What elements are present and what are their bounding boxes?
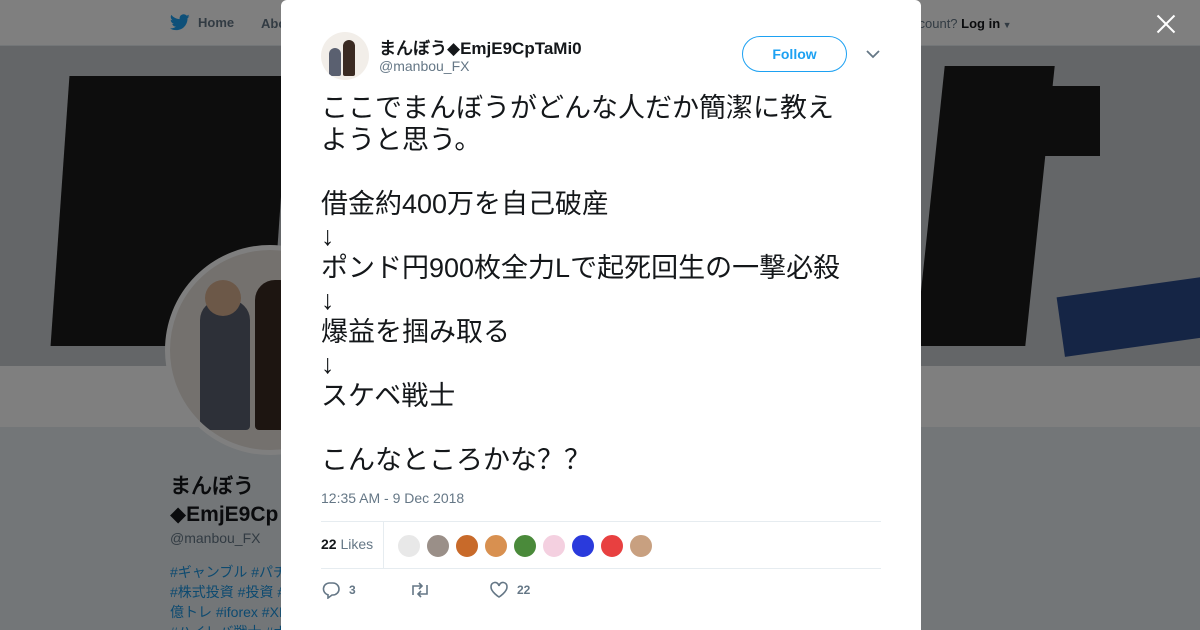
liker-avatar[interactable] bbox=[484, 534, 508, 558]
tweet-text-line: ここでまんぼうがどんな人だか簡潔に教え bbox=[321, 93, 834, 123]
retweet-icon bbox=[412, 582, 428, 598]
tweet-text-line: ポンド円900枚全力Lで起死回生の一撃必殺 bbox=[321, 253, 841, 283]
tweet-text-line: ようと思う。 bbox=[321, 125, 482, 155]
tweet-text-line: 借金約400万を自己破産 bbox=[321, 189, 610, 219]
liker-avatar[interactable] bbox=[542, 534, 566, 558]
tweet-text-line: スケベ戦士 bbox=[321, 381, 456, 411]
tweet-text-line bbox=[321, 412, 881, 444]
likes-count: 22 bbox=[321, 536, 337, 552]
tweet-modal: まんぼう◆EmjE9CpTaMi0 @manbou_FX Follow ここでま… bbox=[281, 0, 921, 630]
stats-divider bbox=[383, 522, 384, 569]
liker-avatar[interactable] bbox=[629, 534, 653, 558]
liker-avatar[interactable] bbox=[600, 534, 624, 558]
close-icon[interactable] bbox=[1154, 12, 1178, 36]
reply-button[interactable]: 3 bbox=[321, 581, 409, 599]
tweet-text: ここでまんぼうがどんな人だか簡潔に教え ようと思う。 借金約400万を自己破産 … bbox=[321, 92, 881, 476]
tweet-text-line: ↓ bbox=[321, 349, 335, 379]
liker-avatar[interactable] bbox=[426, 534, 450, 558]
tweet-actions: 3 22 bbox=[321, 578, 569, 602]
tweet-text-line: 爆益を掴み取る bbox=[321, 317, 510, 347]
chevron-down-icon[interactable] bbox=[865, 48, 881, 60]
reply-icon bbox=[322, 582, 340, 599]
heart-icon bbox=[490, 581, 508, 598]
like-count: 22 bbox=[517, 583, 531, 597]
likes-label: Likes bbox=[340, 536, 374, 552]
tweet-text-line bbox=[321, 156, 881, 188]
liker-avatar[interactable] bbox=[513, 534, 537, 558]
liker-avatar[interactable] bbox=[455, 534, 479, 558]
tweet-text-line: ↓ bbox=[321, 285, 335, 315]
author-name[interactable]: まんぼう◆EmjE9CpTaMi0 bbox=[379, 34, 582, 59]
follow-button[interactable]: Follow bbox=[742, 36, 847, 72]
tweet-text-line: ↓ bbox=[321, 221, 335, 251]
liker-avatar[interactable] bbox=[571, 534, 595, 558]
retweet-button[interactable] bbox=[409, 581, 489, 599]
tweet-timestamp[interactable]: 12:35 AM - 9 Dec 2018 bbox=[321, 490, 464, 506]
like-button[interactable]: 22 bbox=[489, 581, 569, 599]
author-avatar[interactable] bbox=[321, 32, 369, 80]
likes-stat[interactable]: 22 Likes bbox=[321, 536, 373, 552]
tweet-stats: 22 Likes bbox=[321, 521, 881, 569]
reply-count: 3 bbox=[349, 583, 356, 597]
tweet-text-line: こんなところかな？？ bbox=[321, 445, 591, 475]
liker-avatars bbox=[397, 534, 653, 558]
liker-avatar[interactable] bbox=[397, 534, 421, 558]
author-handle[interactable]: @manbou_FX bbox=[379, 58, 469, 74]
